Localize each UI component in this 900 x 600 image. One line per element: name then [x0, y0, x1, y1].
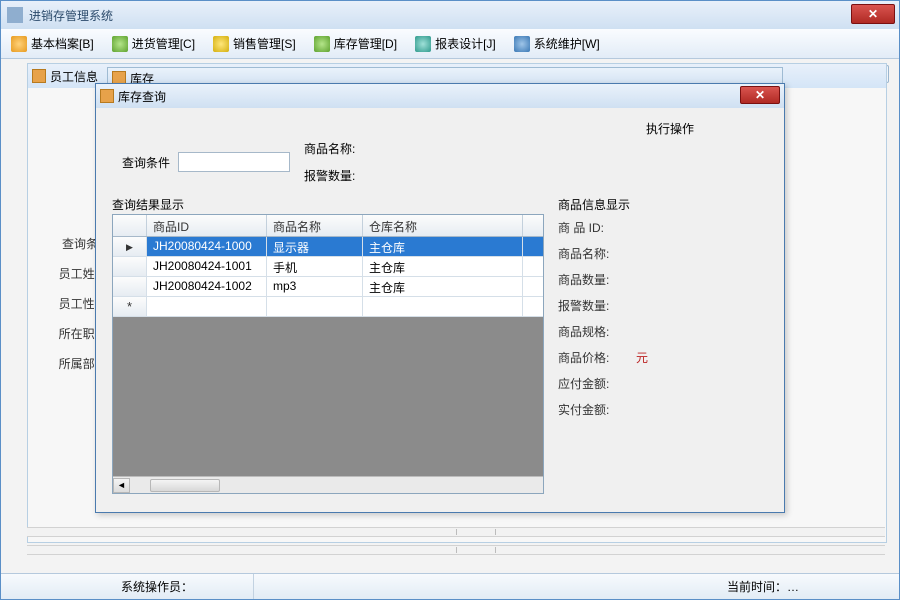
grid-header-warehouse[interactable]: 仓库名称 [363, 215, 523, 236]
form-icon [100, 89, 114, 103]
status-time: 当前时间：… [687, 574, 899, 599]
employee-window-title: 员工信息 [50, 68, 98, 85]
row-indicator-icon [113, 257, 147, 276]
alarm-qty-label: 报警数量: [304, 167, 372, 184]
menu-inventory[interactable]: 库存管理[D] [308, 33, 403, 54]
row-indicator-icon [113, 237, 147, 256]
results-header: 查询结果显示 [112, 196, 184, 213]
product-info-panel: 商 品 ID: 商品名称: 商品数量: 报警数量: 商品规格: 商品价格: 元 应… [558, 214, 768, 422]
grip-icon [456, 547, 496, 553]
mdi-client-area: — □ ✕ 员工信息 查询条件 员工姓名: 员工性别: 所在职位: 所属部门: … [1, 59, 899, 573]
grid-header-name[interactable]: 商品名称 [267, 215, 363, 236]
app-icon [7, 7, 23, 23]
query-condition-label: 查询条件 [112, 154, 170, 171]
table-row-new[interactable] [113, 297, 543, 317]
purchase-icon [112, 36, 128, 52]
menu-system[interactable]: 系统维护[W] [508, 33, 606, 54]
main-titlebar[interactable]: 进销存管理系统 ✕ [1, 1, 899, 29]
table-row[interactable]: JH20080424-1000 显示器 主仓库 [113, 237, 543, 257]
info-header: 商品信息显示 [558, 196, 630, 213]
app-title: 进销存管理系统 [29, 7, 113, 24]
inventory-query-dialog: 库存查询 ✕ 执行操作 查询条件 商品名称: 报警数量: 查询结果显示 [95, 83, 785, 513]
info-payable-label: 应付金额: [558, 375, 624, 392]
main-close-button[interactable]: ✕ [851, 4, 895, 24]
menu-basic-files[interactable]: 基本档案[B] [5, 33, 100, 54]
dialog-close-button[interactable]: ✕ [740, 86, 780, 104]
scroll-left-icon[interactable]: ◄ [113, 478, 130, 493]
inventory-icon [314, 36, 330, 52]
info-qty-label: 商品数量: [558, 271, 624, 288]
menu-sales[interactable]: 销售管理[S] [207, 33, 302, 54]
splitter-bar[interactable] [27, 527, 885, 537]
query-condition-input[interactable] [178, 152, 290, 172]
menu-purchase[interactable]: 进货管理[C] [106, 33, 201, 54]
info-spec-label: 商品规格: [558, 323, 624, 340]
new-row-icon [113, 297, 147, 316]
status-operator: 系统操作员： [1, 574, 254, 599]
grid-header-id[interactable]: 商品ID [147, 215, 267, 236]
info-price-label: 商品价格: [558, 349, 624, 366]
file-icon [11, 36, 27, 52]
gear-icon [514, 36, 530, 52]
product-name-label: 商品名称: [304, 140, 372, 157]
splitter-bar[interactable] [27, 545, 885, 555]
row-indicator-icon [113, 277, 147, 296]
form-icon [32, 69, 46, 83]
info-id-label: 商 品 ID: [558, 219, 624, 236]
info-paid-label: 实付金额: [558, 401, 624, 418]
info-alarm-label: 报警数量: [558, 297, 624, 314]
table-row[interactable]: JH20080424-1001 手机 主仓库 [113, 257, 543, 277]
menu-report[interactable]: 报表设计[J] [409, 33, 502, 54]
report-icon [415, 36, 431, 52]
dialog-title: 库存查询 [118, 88, 166, 105]
grid-header-row: 商品ID 商品名称 仓库名称 [113, 215, 543, 237]
grip-icon [456, 529, 496, 535]
info-name-label: 商品名称: [558, 245, 624, 262]
info-price-unit: 元 [636, 349, 648, 366]
grid-horizontal-scrollbar[interactable]: ◄ [113, 476, 543, 493]
grid-body: JH20080424-1000 显示器 主仓库 JH20080424-1001 … [113, 237, 543, 317]
status-bar: 系统操作员： 当前时间：… [1, 573, 899, 599]
table-row[interactable]: JH20080424-1002 mp3 主仓库 [113, 277, 543, 297]
main-toolbar: 基本档案[B] 进货管理[C] 销售管理[S] 库存管理[D] 报表设计[J] … [1, 29, 899, 59]
results-grid[interactable]: 商品ID 商品名称 仓库名称 JH20080424-1000 显示器 主仓库 [112, 214, 544, 494]
dialog-titlebar[interactable]: 库存查询 ✕ [96, 84, 784, 108]
scroll-thumb[interactable] [150, 479, 220, 492]
main-window: 进销存管理系统 ✕ 基本档案[B] 进货管理[C] 销售管理[S] 库存管理[D… [0, 0, 900, 600]
coin-icon [213, 36, 229, 52]
execute-label: 执行操作 [646, 120, 694, 137]
grid-header-selector[interactable] [113, 215, 147, 236]
